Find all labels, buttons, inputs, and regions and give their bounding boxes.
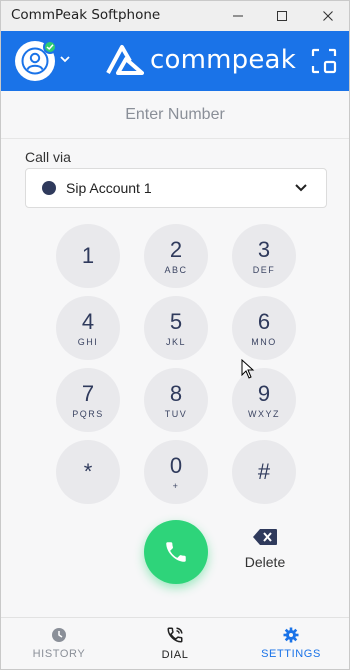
call-via-label: Call via <box>25 149 71 165</box>
account-status-dot <box>42 181 56 195</box>
softphone-window: CommPeak Softphone commpeak Enter Number… <box>0 0 350 670</box>
key-2[interactable]: 2 ABC <box>144 224 208 288</box>
tab-history-label: HISTORY <box>32 648 86 660</box>
call-via-value: Sip Account 1 <box>66 180 152 196</box>
title-bar: CommPeak Softphone <box>1 1 349 31</box>
chevron-down-icon <box>295 184 307 192</box>
mouse-cursor-icon <box>241 359 255 379</box>
key-7[interactable]: 7 PQRS <box>56 368 120 432</box>
maximize-button[interactable] <box>259 1 305 31</box>
minimize-button[interactable] <box>215 1 261 31</box>
tab-settings[interactable]: SETTINGS <box>233 618 349 669</box>
key-0[interactable]: 0 + <box>144 440 208 504</box>
key-6[interactable]: 6 MNO <box>232 296 296 360</box>
close-button[interactable] <box>305 1 350 31</box>
delete-button[interactable]: Delete <box>237 528 293 576</box>
call-button[interactable] <box>144 520 208 584</box>
number-input-row <box>1 91 349 139</box>
key-5[interactable]: 5 JKL <box>144 296 208 360</box>
expand-icon <box>311 48 337 74</box>
key-8[interactable]: 8 TUV <box>144 368 208 432</box>
app-header: commpeak <box>1 31 349 91</box>
commpeak-logo-icon <box>106 45 144 75</box>
online-status-badge <box>43 40 57 54</box>
backspace-icon <box>253 529 277 545</box>
minimize-icon <box>233 15 243 17</box>
chevron-down-icon[interactable] <box>59 54 71 64</box>
brand-name: commpeak <box>150 45 296 75</box>
tab-history[interactable]: HISTORY <box>1 618 117 669</box>
bottom-nav: HISTORY DIAL SETTINGS <box>1 617 349 669</box>
gear-icon <box>283 627 299 643</box>
window-title: CommPeak Softphone <box>11 7 161 23</box>
expand-button[interactable] <box>311 48 337 74</box>
close-icon <box>323 11 333 21</box>
maximize-icon <box>277 11 287 21</box>
tab-dial[interactable]: DIAL <box>117 618 233 669</box>
brand-logo: commpeak <box>106 43 296 77</box>
key-star[interactable]: * <box>56 440 120 504</box>
phone-dial-icon <box>167 627 183 643</box>
phone-icon <box>166 542 186 562</box>
number-input[interactable] <box>25 105 325 124</box>
tab-settings-label: SETTINGS <box>261 648 321 660</box>
clock-icon <box>52 628 66 642</box>
key-4[interactable]: 4 GHI <box>56 296 120 360</box>
key-hash[interactable]: # <box>232 440 296 504</box>
key-3[interactable]: 3 DEF <box>232 224 296 288</box>
check-icon <box>46 44 54 51</box>
delete-label: Delete <box>244 554 286 570</box>
tab-dial-label: DIAL <box>161 649 189 661</box>
key-1[interactable]: 1 <box>56 224 120 288</box>
call-via-select[interactable]: Sip Account 1 <box>25 168 327 208</box>
user-menu[interactable] <box>15 40 57 81</box>
